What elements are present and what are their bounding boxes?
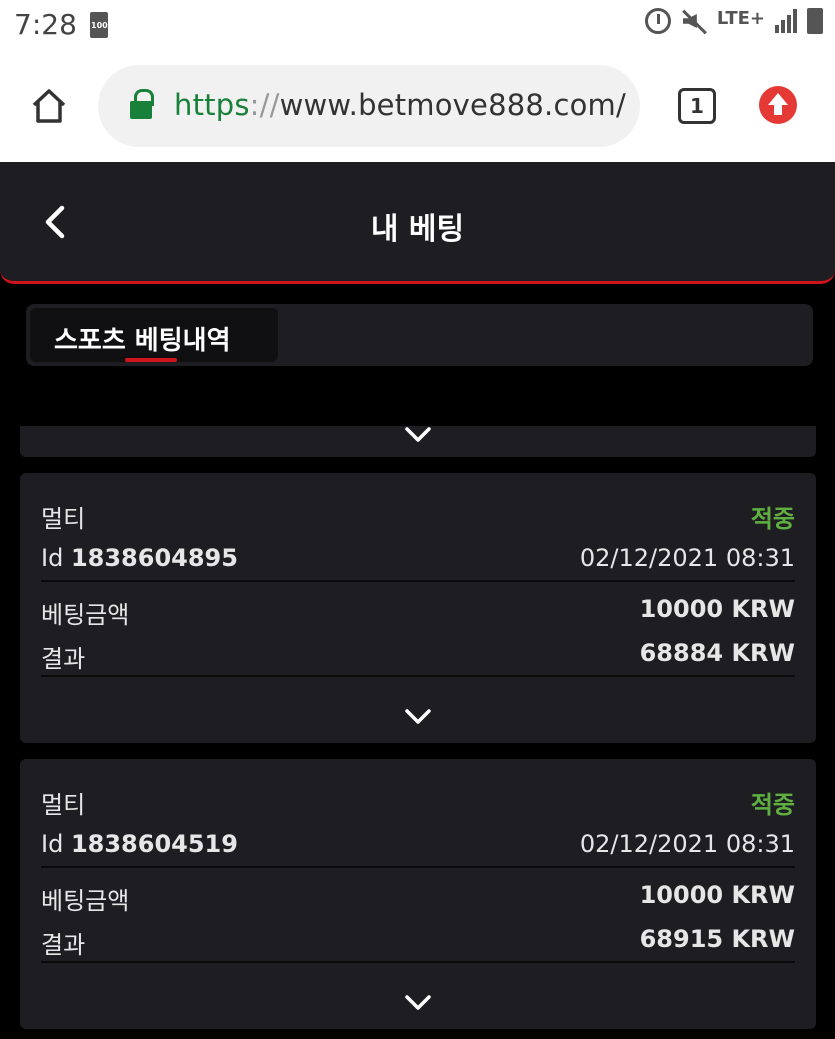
divider: [41, 866, 795, 868]
chevron-down-icon[interactable]: [404, 708, 432, 726]
signal-icon: [775, 9, 797, 33]
bet-datetime: 02/12/2021 08:31: [579, 544, 795, 572]
divider: [41, 961, 795, 963]
bet-card: 멀티 적중 Id 1838604519 02/12/2021 08:31 베팅금…: [20, 759, 816, 1029]
bet-id-label: Id: [41, 830, 64, 858]
app-header: 내 베팅: [0, 162, 835, 284]
bet-card-partial: [20, 426, 816, 457]
status-bar: 7:28 100 LTE+: [0, 0, 835, 52]
mute-icon: [681, 8, 707, 34]
bet-id-row: Id 1838604519 02/12/2021 08:31: [41, 830, 795, 864]
result-value: 68884 KRW: [639, 639, 795, 667]
bet-status-badge: 적중: [750, 791, 795, 819]
url-text[interactable]: https://www.betmove888.com/: [174, 88, 626, 122]
page-title: 내 베팅: [370, 212, 465, 247]
lte-icon: LTE+: [716, 7, 765, 29]
bet-id-row: Id 1838604895 02/12/2021 08:31: [41, 544, 795, 578]
home-icon[interactable]: [30, 88, 68, 124]
bet-card: 멀티 적중 Id 1838604895 02/12/2021 08:31 베팅금…: [20, 473, 816, 743]
tab-sports-bet-history[interactable]: 스포츠 베팅내역: [30, 308, 278, 362]
status-time: 7:28: [14, 8, 77, 41]
bet-id: 1838604895: [70, 544, 238, 572]
bet-type: 멀티: [41, 505, 86, 533]
update-icon[interactable]: [759, 86, 797, 124]
bet-result-row: 결과 68915 KRW: [41, 925, 795, 959]
bet-stake-row: 베팅금액 10000 KRW: [41, 881, 795, 915]
bet-stake-row: 베팅금액 10000 KRW: [41, 595, 795, 629]
browser-toolbar: https://www.betmove888.com/ 1: [0, 52, 835, 162]
bet-status-badge: 적중: [750, 505, 795, 533]
battery-saver-icon: 100: [90, 12, 108, 38]
divider: [41, 675, 795, 677]
divider: [41, 580, 795, 582]
bet-type-row: 멀티 적중: [41, 499, 795, 533]
stake-label: 베팅금액: [41, 601, 130, 629]
address-bar[interactable]: https://www.betmove888.com/: [98, 65, 640, 147]
bet-type: 멀티: [41, 791, 86, 819]
stake-value: 10000 KRW: [639, 595, 795, 623]
chevron-down-icon[interactable]: [404, 426, 432, 444]
result-value: 68915 KRW: [639, 925, 795, 953]
tab-label: 스포츠 베팅내역: [54, 326, 231, 356]
tab-active-indicator: [125, 358, 177, 362]
tab-switcher-button[interactable]: 1: [678, 88, 716, 124]
lock-icon: [130, 89, 154, 119]
bet-result-row: 결과 68884 KRW: [41, 639, 795, 673]
bet-datetime: 02/12/2021 08:31: [579, 830, 795, 858]
stake-label: 베팅금액: [41, 887, 130, 915]
alarm-icon: [644, 8, 671, 34]
bet-id-label: Id: [41, 544, 64, 572]
tab-bar: 스포츠 베팅내역: [26, 304, 813, 366]
result-label: 결과: [41, 645, 86, 673]
result-label: 결과: [41, 931, 86, 959]
bet-type-row: 멀티 적중: [41, 785, 795, 819]
bet-id: 1838604519: [70, 830, 238, 858]
stake-value: 10000 KRW: [639, 881, 795, 909]
battery-icon: [807, 8, 823, 34]
chevron-down-icon[interactable]: [404, 994, 432, 1012]
